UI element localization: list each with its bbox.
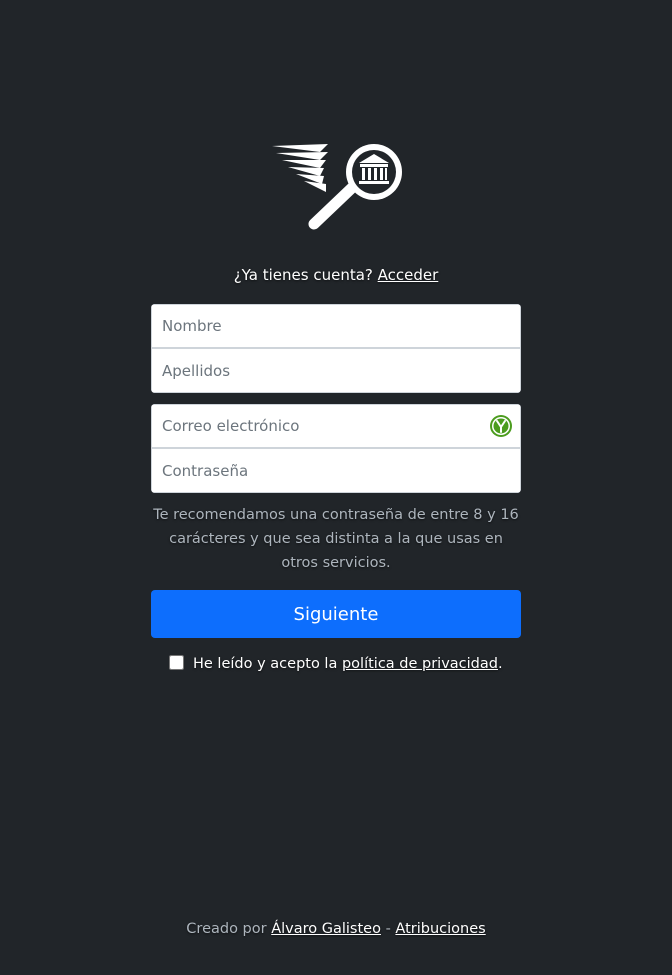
signup-page: ¿Ya tienes cuenta? Acceder Te recomendam… [0,0,672,975]
credentials-fields-group [151,404,521,493]
login-link[interactable]: Acceder [378,266,439,284]
attributions-link[interactable]: Atribuciones [395,921,485,937]
login-prompt-text: ¿Ya tienes cuenta? [233,266,373,284]
privacy-prefix: He leído y acepto la [193,656,338,672]
privacy-checkbox[interactable] [169,655,185,670]
privacy-consent: He leído y acepto la política de privaci… [0,655,672,672]
login-prompt: ¿Ya tienes cuenta? Acceder [0,266,672,284]
privacy-suffix: . [497,656,503,672]
apellidos-field-wrapper [151,348,521,393]
privacy-policy-link[interactable]: política de privacidad [342,656,498,672]
winged-magnifier-museum-icon [272,144,402,230]
footer-separator: - [385,921,391,937]
name-fields-group [151,304,521,393]
email-input[interactable] [152,405,520,447]
password-input[interactable] [152,449,520,492]
next-button[interactable]: Siguiente [151,590,521,638]
password-field-wrapper [151,448,521,493]
footer: Creado por Álvaro Galisteo - Atribucione… [0,921,672,937]
footer-created-by: Creado por [186,921,267,937]
nombre-field-wrapper [151,304,521,348]
author-link[interactable]: Álvaro Galisteo [271,921,381,937]
nombre-input[interactable] [152,305,520,347]
apellidos-input[interactable] [152,349,520,392]
password-hint: Te recomendamos una contraseña de entre … [153,507,519,571]
password-manager-icon[interactable] [489,414,513,438]
email-field-wrapper [151,404,521,448]
